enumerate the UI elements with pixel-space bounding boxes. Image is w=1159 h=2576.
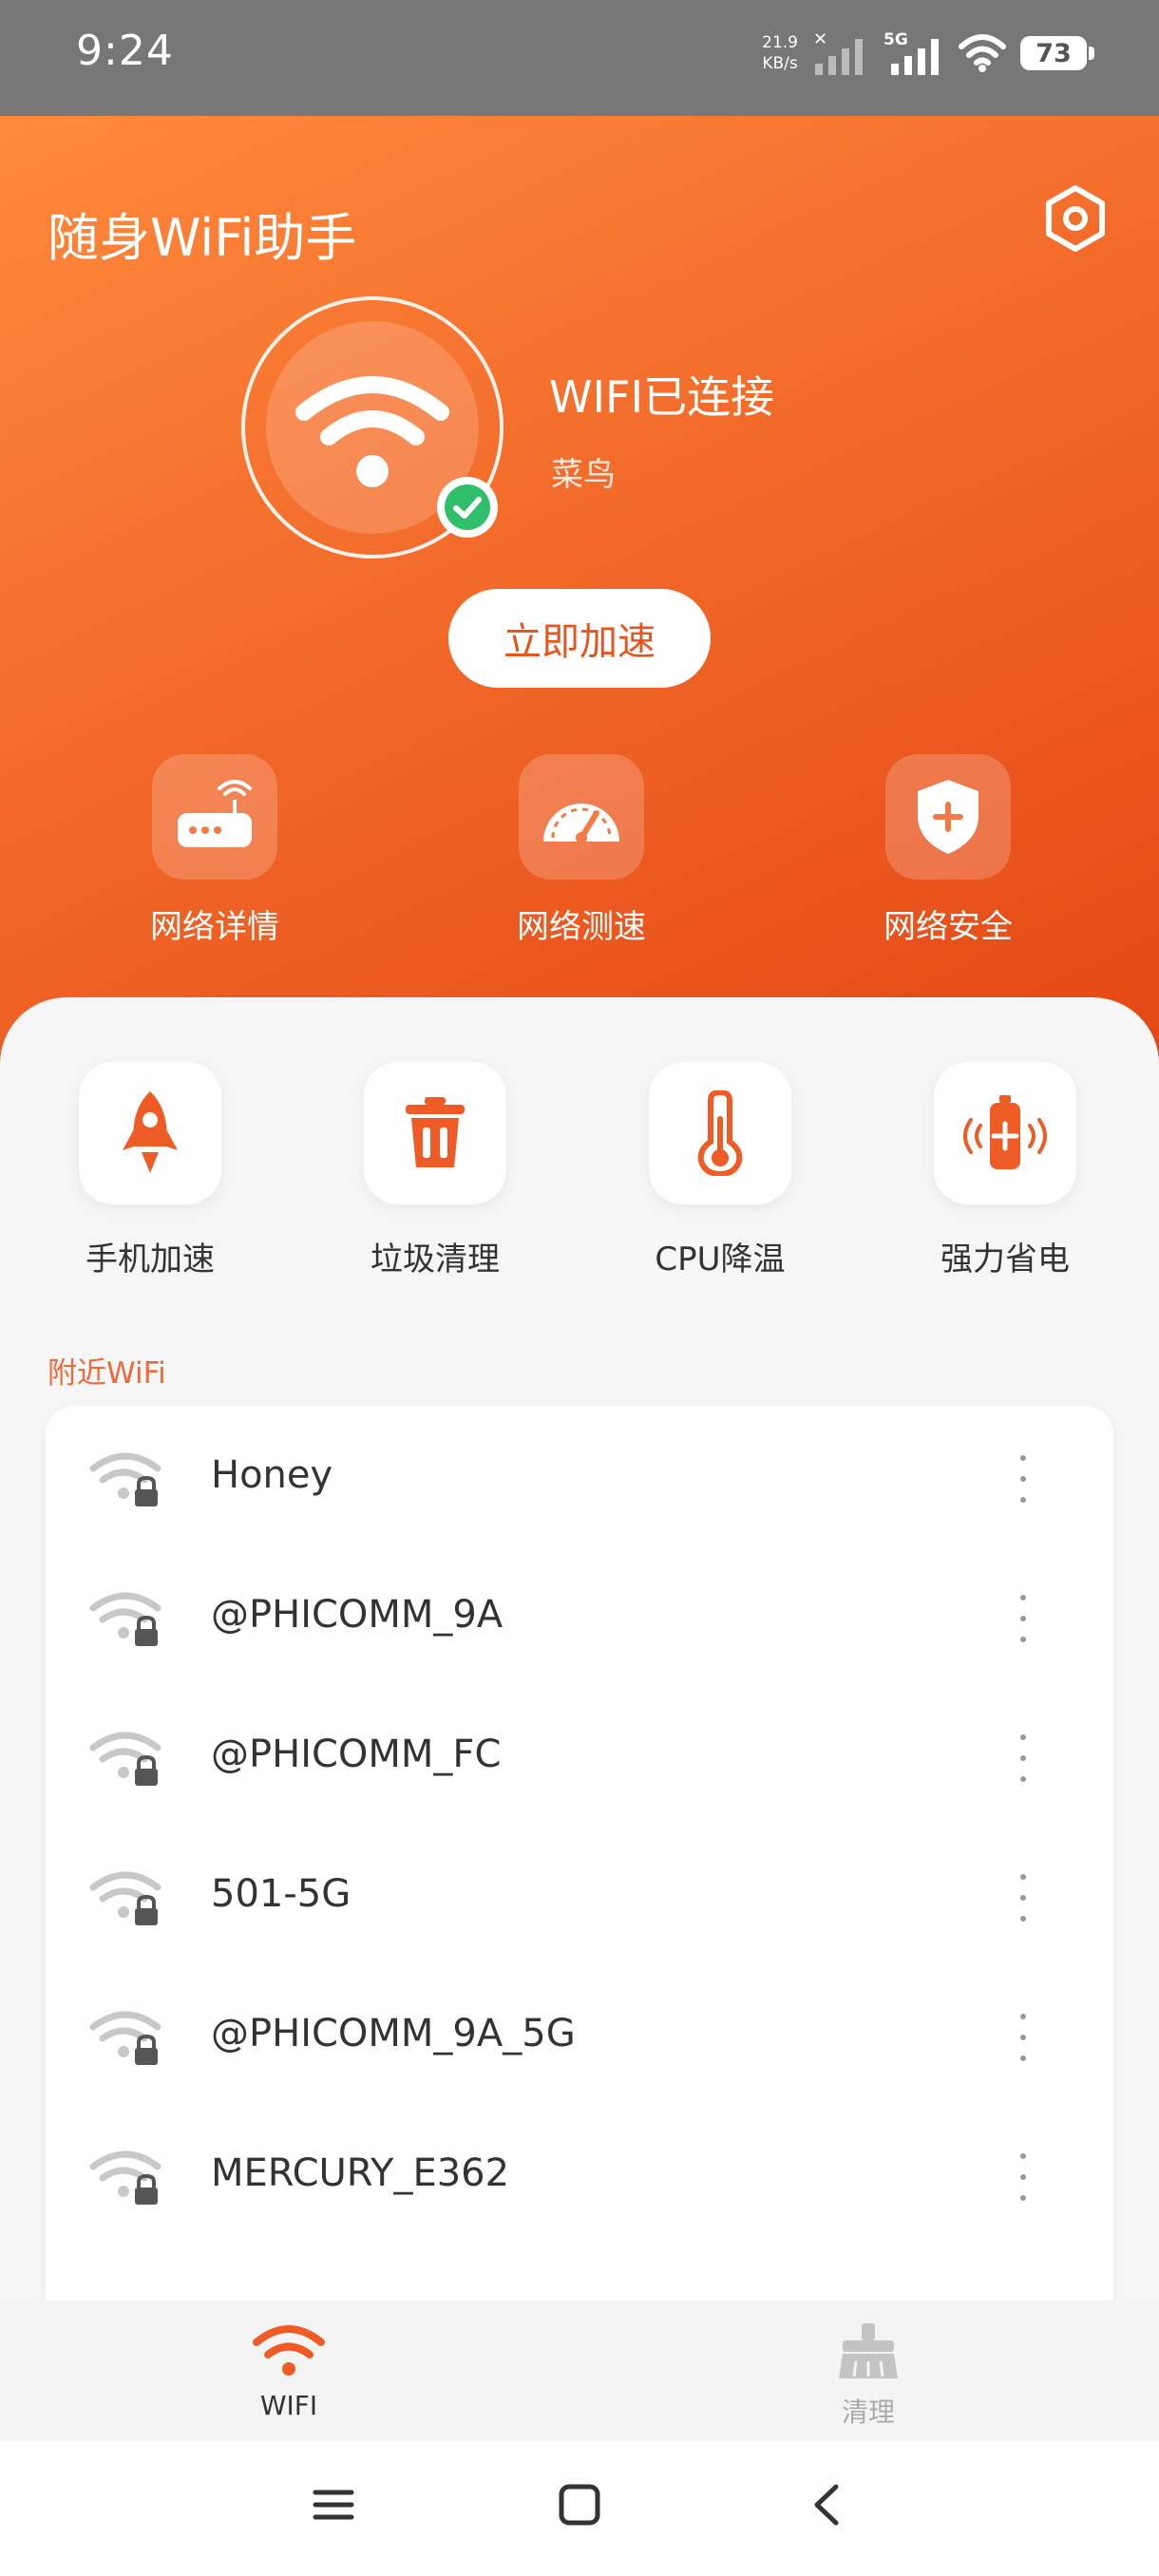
nav-tab-clean[interactable]: 清理 [773,2321,963,2430]
wifi-locked-icon [89,2011,162,2065]
wifi-ssid: @PHICOMM_9A [211,1593,504,1637]
boost-button[interactable]: 立即加速 [448,589,711,688]
system-nav-bar [0,2441,1159,2576]
nav-tab-wifi[interactable]: WIFI [194,2321,384,2421]
feature-label: CPU降温 [655,1241,786,1279]
wifi-ssid: Honey [211,1453,333,1497]
thermometer-icon [697,1090,743,1176]
wifi-list-item[interactable]: @PHICOMM_9A [46,1545,1113,1685]
wifi-large-icon [295,376,449,487]
svg-text:5G: 5G [884,30,908,49]
status-time: 9:24 [76,27,174,75]
more-options-button[interactable] [1009,1874,1037,1922]
tool-label: 网络安全 [884,908,1013,946]
wifi-list-item[interactable]: 501-5G [46,1825,1113,1964]
feature-label: 垃圾清理 [370,1241,500,1279]
svg-text:✕: ✕ [813,29,827,49]
wifi-ssid: @PHICOMM_FC [211,1733,502,1776]
network-security-button[interactable]: 网络安全 [844,754,1053,947]
nearby-wifi-title: 附近WiFi [48,1356,166,1391]
wifi-ssid: MERCURY_E362 [211,2151,510,2195]
nearby-wifi-list: Honey @PHICOMM_9A @PHICOMM_FC 501-5G @PH… [46,1406,1113,2301]
rocket-icon [123,1091,178,1173]
shield-plus-icon [918,780,978,854]
menu-icon[interactable] [310,2481,357,2529]
network-speed: 21.9 KB/s [762,33,798,73]
battery-indicator: 73 [1020,36,1094,70]
wifi-tab-icon [253,2325,325,2376]
junk-clean-icon-tile [364,1062,506,1204]
tool-label: 网络详情 [150,908,279,946]
trash-icon [406,1097,465,1167]
wifi-list-item[interactable]: Honey [46,1406,1113,1545]
status-icons: 21.9 KB/s ✕ 5G 73 [762,25,1094,82]
home-icon[interactable] [556,2481,603,2529]
router-icon [178,780,252,847]
wifi-status-icon [959,34,1006,72]
junk-clean-button[interactable]: 垃圾清理 [340,1062,530,1279]
phone-boost-icon-tile [79,1062,221,1204]
nav-label: 清理 [841,2396,895,2428]
app-title: 随身WiFi助手 [48,208,357,268]
feature-label: 强力省电 [940,1241,1070,1279]
power-save-button[interactable]: 强力省电 [910,1062,1100,1279]
wifi-connection-indicator [241,296,504,559]
connection-status: WIFI已连接 [549,371,775,423]
settings-hexagon-icon [1046,185,1105,252]
network-details-icon-tile [152,754,277,880]
more-options-button[interactable] [1009,1595,1037,1642]
connected-ssid: 菜鸟 [551,456,616,494]
network-details-button[interactable]: 网络详情 [110,754,319,947]
connected-check-badge [437,477,498,538]
wifi-list-item[interactable]: @PHICOMM_9A_5G [46,1964,1113,2104]
more-options-button[interactable] [1009,2153,1037,2201]
wifi-ssid: 501-5G [211,1872,352,1916]
signal-5g-icon: 5G [884,30,939,75]
cpu-cool-icon-tile [649,1062,791,1204]
wifi-list-item[interactable]: @PHICOMM_FC [46,1685,1113,1825]
back-icon[interactable] [804,2481,851,2529]
settings-button[interactable] [1039,182,1112,255]
wifi-list-item[interactable]: MERCURY_E362 [46,2104,1113,2244]
header: 随身WiFi助手 WIFI已连接 菜鸟 立即加速 网络详情 网络测速 网络安全 [0,116,1159,1066]
wifi-locked-icon [89,1871,162,1925]
nav-label: WIFI [259,2390,318,2421]
wifi-locked-icon [89,1592,162,1646]
tool-label: 网络测速 [517,908,646,946]
speed-test-icon-tile [519,754,644,880]
feature-label: 手机加速 [86,1241,215,1279]
speedometer-icon [543,804,619,843]
broom-icon [839,2323,898,2378]
status-bar: 9:24 21.9 KB/s ✕ 5G 73 [0,0,1159,116]
check-icon [445,484,490,530]
phone-boost-button[interactable]: 手机加速 [55,1062,245,1279]
wifi-locked-icon [89,2150,162,2205]
cpu-cool-button[interactable]: CPU降温 [625,1062,815,1279]
content-panel: 手机加速 垃圾清理 CPU降温 强力省电 附近WiFi Honey @PHICO… [0,997,1159,2301]
speed-test-button[interactable]: 网络测速 [477,754,686,947]
network-security-icon-tile [885,754,1011,880]
bottom-nav: WIFI 清理 [0,2301,1159,2441]
wifi-locked-icon [89,1452,162,1506]
more-options-button[interactable] [1009,1455,1037,1503]
more-options-button[interactable] [1009,2014,1037,2061]
wifi-ssid: @PHICOMM_9A_5G [211,2012,576,2055]
power-save-icon-tile [934,1062,1076,1204]
wifi-locked-icon [89,1732,162,1786]
signal-sim1-icon: ✕ [813,29,863,75]
battery-plus-icon [963,1095,1047,1169]
more-options-button[interactable] [1009,1734,1037,1782]
